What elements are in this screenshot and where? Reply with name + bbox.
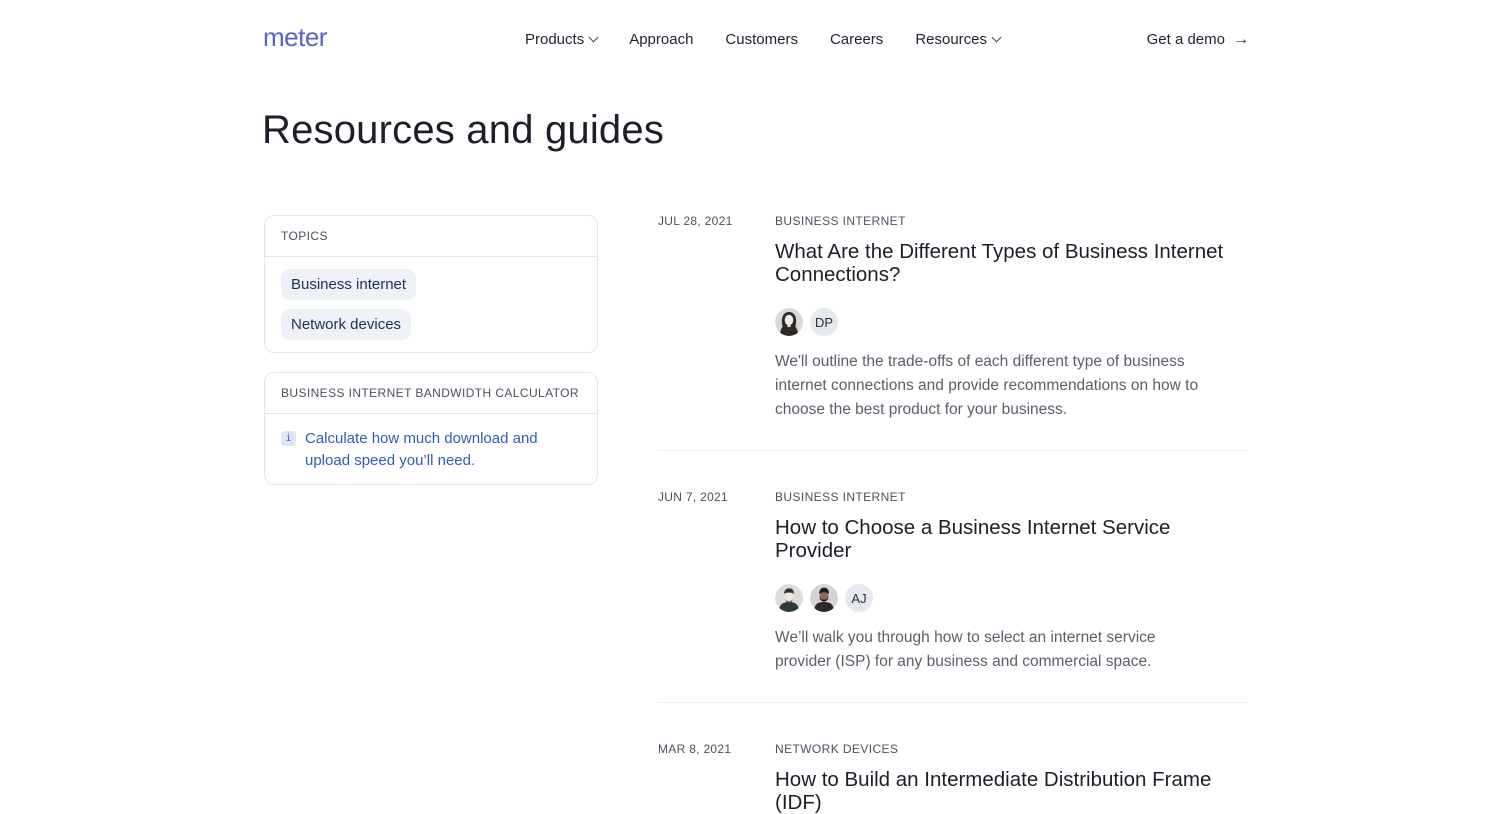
calculator-link-line-2: upload speed you’ll need. [305,452,476,469]
nav-approach[interactable]: Approach [629,31,693,48]
nav-resources-label: Resources [915,31,988,48]
article-title-line-2: (IDF) [775,791,822,814]
article-description-line-1: We’ll walk you through how to select an … [775,629,1156,646]
article-title-line-2: Provider [775,539,852,562]
article-date: JUN 7, 2021 [658,490,729,504]
article-category[interactable]: NETWORK DEVICES [775,742,898,756]
nav-approach-label: Approach [629,31,694,48]
topic-chips: Business internet Network devices [265,257,597,349]
article-category[interactable]: BUSINESS INTERNET [775,490,906,504]
avatar-initials: DP [810,308,838,336]
article-title-line-1: How to Choose a Business Internet Servic… [775,516,1171,539]
topic-chip-network-devices[interactable]: Network devices [281,309,412,340]
article-title[interactable]: How to Choose a Business Internet Servic… [775,516,1245,562]
article-description-line-3: choose the best product for your busines… [775,401,1068,418]
article-description-line-1: We'll outline the trade-offs of each dif… [775,353,1185,370]
info-icon: i [281,431,296,446]
avatar-man-bearded-icon [810,584,838,612]
nav-customers-label: Customers [725,31,798,48]
avatar-initials: AJ [845,584,873,612]
article-title[interactable]: What Are the Different Types of Business… [775,240,1245,286]
article-category[interactable]: BUSINESS INTERNET [775,214,906,228]
chevron-down-icon [588,32,599,43]
get-a-demo-button[interactable]: Get a demo → [1147,31,1249,48]
calculator-body: i Calculate how much download and upload… [265,414,597,472]
article-title-line-2: Connections? [775,263,901,286]
nav-careers-label: Careers [829,31,884,48]
page-title: Resources and guides [262,108,665,152]
article-divider [658,702,1248,703]
article-description: We’ll walk you through how to select an … [775,626,1250,674]
article-divider [658,450,1248,451]
article-description-line-2: internet connections and provide recomme… [775,377,1199,394]
bandwidth-calculator-card: BUSINESS INTERNET BANDWIDTH CALCULATOR i… [264,372,598,485]
article-date: MAR 8, 2021 [658,742,732,756]
article-title-line-1: What Are the Different Types of Business… [775,240,1224,263]
chevron-down-icon [991,32,1002,43]
calculator-link[interactable]: Calculate how much download and upload s… [305,428,538,472]
article-title[interactable]: How to Build an Intermediate Distributio… [775,768,1245,814]
article-title-line-1: How to Build an Intermediate Distributio… [775,768,1212,791]
meter-logo[interactable]: meter [263,22,327,53]
article-description: We'll outline the trade-offs of each dif… [775,350,1250,422]
nav-careers[interactable]: Careers [830,31,883,48]
nav-customers[interactable]: Customers [725,31,798,48]
nav-resources[interactable]: Resources [915,31,1002,48]
arrow-right-icon: → [1233,30,1249,48]
nav-products-label: Products [525,31,585,48]
topics-card: TOPICS Business internet Network devices [264,215,598,353]
article-description-line-2: provider (ISP) for any business and comm… [775,653,1152,670]
article-date: JUL 28, 2021 [658,214,733,228]
article-authors: DP [775,308,845,336]
calculator-link-line-1: Calculate how much download and [305,430,538,447]
avatar-man-icon [775,584,803,612]
calculator-heading: BUSINESS INTERNET BANDWIDTH CALCULATOR [265,373,597,414]
topics-heading: TOPICS [265,216,597,257]
main-nav: Products Approach Customers Careers Reso… [525,31,1002,48]
get-a-demo-label: Get a demo [1146,31,1225,48]
nav-products[interactable]: Products [525,31,599,48]
topic-chip-business-internet[interactable]: Business internet [281,269,417,300]
avatar-woman-icon [775,308,803,336]
article-authors: AJ [775,584,880,612]
